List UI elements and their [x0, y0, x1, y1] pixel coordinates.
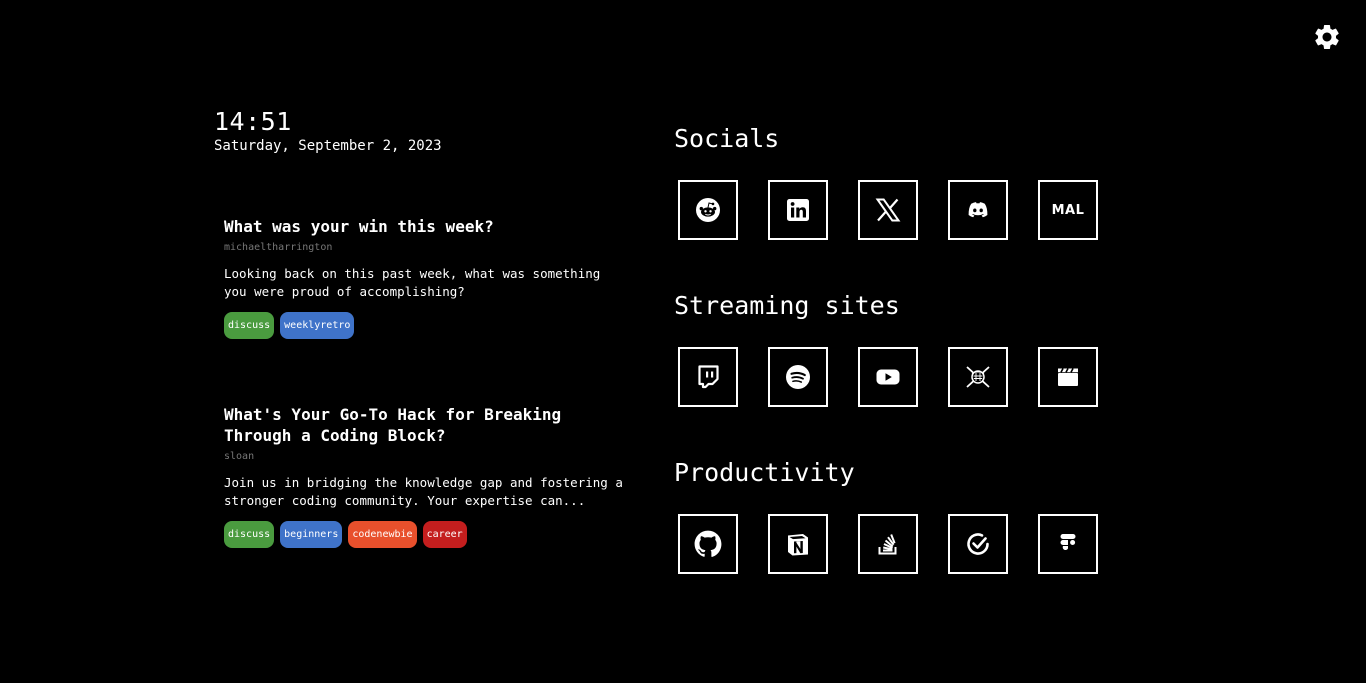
linkedin-icon — [787, 199, 809, 221]
tag-weeklyretro[interactable]: weeklyretro — [280, 312, 355, 339]
stackoverflow-icon — [878, 534, 897, 555]
clock-time: 14:51 — [214, 107, 292, 136]
tag-list: discuss weeklyretro — [224, 312, 624, 339]
linkedin-link[interactable] — [768, 180, 828, 240]
ticktick-link[interactable] — [948, 514, 1008, 574]
section-title-socials: Socials — [674, 124, 780, 153]
clock-date: Saturday, September 2, 2023 — [214, 138, 442, 154]
streaming-row — [678, 347, 1098, 407]
section-title-streaming: Streaming sites — [674, 291, 900, 320]
notion-icon — [788, 534, 808, 556]
post-description: Join us in bridging the knowledge gap an… — [224, 475, 623, 508]
github-icon — [694, 530, 722, 557]
myanimelist-link[interactable]: MAL — [1038, 180, 1098, 240]
ticktick-icon — [967, 533, 989, 555]
discord-link[interactable] — [948, 180, 1008, 240]
post-title[interactable]: What was your win this week? — [224, 216, 624, 237]
youtube-icon — [876, 369, 900, 385]
figma-link[interactable] — [1038, 514, 1098, 574]
discord-icon — [968, 202, 988, 218]
anime-site-link[interactable] — [948, 347, 1008, 407]
tag-beginners[interactable]: beginners — [280, 521, 343, 548]
gear-icon — [1315, 24, 1339, 49]
github-link[interactable] — [678, 514, 738, 574]
tag-codenewbie[interactable]: codenewbie — [348, 521, 417, 548]
tag-list: discuss beginners codenewbie career — [224, 521, 624, 548]
anime-site-icon — [966, 366, 990, 388]
post-author: sloan — [224, 451, 255, 462]
tag-discuss[interactable]: discuss — [224, 312, 275, 339]
post-card[interactable]: What's Your Go-To Hack for Breaking Thro… — [224, 404, 624, 548]
twitch-icon — [698, 365, 719, 389]
socials-row: MAL — [678, 180, 1098, 240]
stackoverflow-link[interactable] — [858, 514, 918, 574]
mal-icon: MAL — [1051, 202, 1085, 218]
youtube-link[interactable] — [858, 347, 918, 407]
left-panel: 14:51 Saturday, September 2, 2023 What w… — [214, 107, 624, 548]
notion-link[interactable] — [768, 514, 828, 574]
spotify-icon — [786, 365, 810, 389]
post-card[interactable]: What was your win this week? michaelthar… — [224, 216, 624, 339]
productivity-row — [678, 514, 1098, 574]
post-description: Looking back on this past week, what was… — [224, 266, 601, 299]
spotify-link[interactable] — [768, 347, 828, 407]
post-title[interactable]: What's Your Go-To Hack for Breaking Thro… — [224, 404, 624, 446]
tag-career[interactable]: career — [422, 521, 467, 548]
reddit-link[interactable] — [678, 180, 738, 240]
settings-button[interactable] — [1312, 22, 1342, 52]
x-icon — [875, 198, 901, 222]
post-author: michaeltharrington — [224, 242, 333, 253]
movies-link[interactable] — [1038, 347, 1098, 407]
clapperboard-icon — [1058, 368, 1078, 386]
x-link[interactable] — [858, 180, 918, 240]
section-title-productivity: Productivity — [674, 458, 855, 487]
reddit-icon — [696, 198, 720, 222]
tag-discuss[interactable]: discuss — [224, 521, 275, 548]
twitch-link[interactable] — [678, 347, 738, 407]
figma-icon — [1060, 534, 1076, 551]
